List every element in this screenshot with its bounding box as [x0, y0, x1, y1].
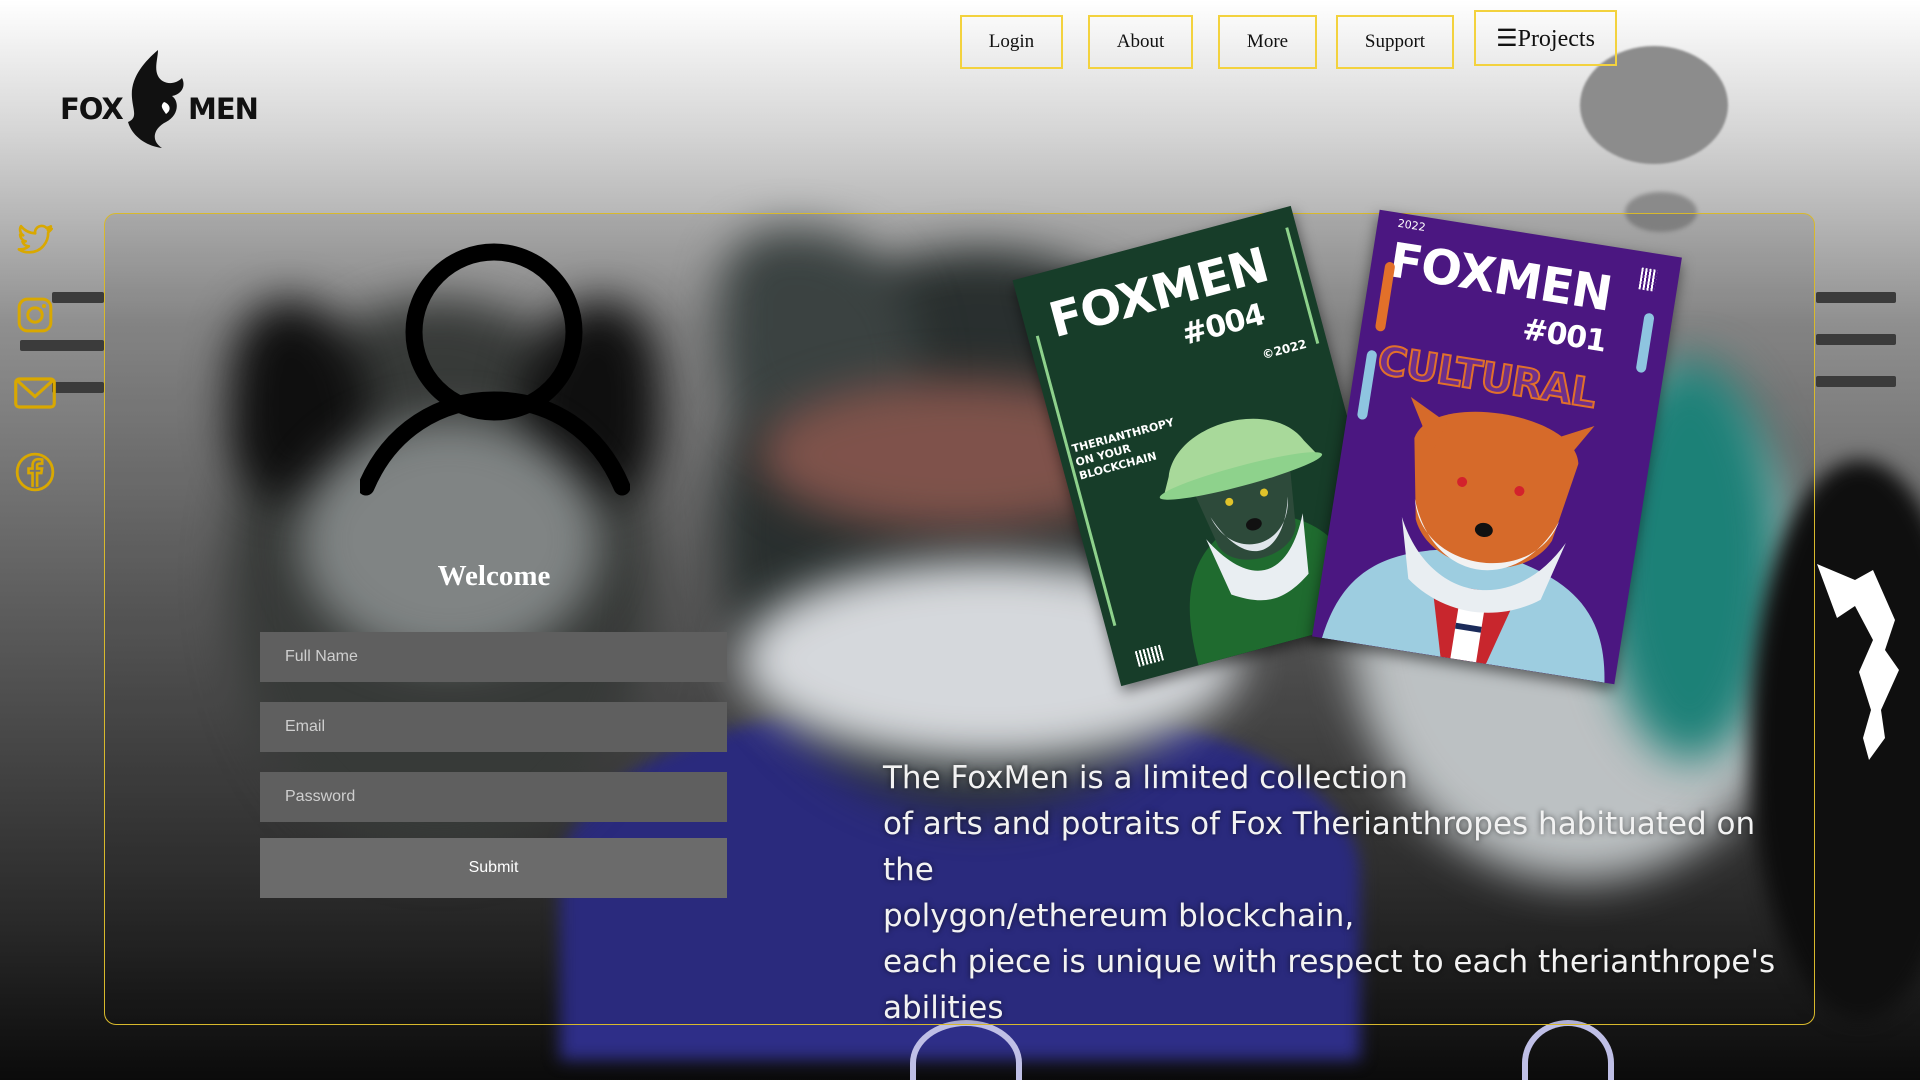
user-avatar-icon — [360, 243, 630, 496]
deco-bar — [1816, 376, 1896, 387]
description-line: abilities — [883, 990, 1004, 1026]
description-line: of arts and potraits of Fox Therianthrop… — [883, 806, 1756, 888]
login-button[interactable]: Login — [960, 15, 1063, 69]
instagram-link[interactable] — [12, 292, 58, 338]
twitter-icon — [17, 224, 54, 254]
deco-bar — [1816, 334, 1896, 345]
cover-pill — [1635, 312, 1655, 374]
projects-menu-button[interactable]: ☰Projects — [1474, 10, 1617, 66]
cover-year: 2022 — [1396, 216, 1427, 235]
foxmen-logo[interactable]: FOX MEN — [58, 48, 259, 154]
cover-pill — [1374, 261, 1396, 333]
mail-link[interactable] — [12, 370, 58, 416]
barcode — [1638, 267, 1658, 292]
logo-text-left: FOX — [60, 92, 124, 126]
barcode — [1134, 644, 1164, 667]
instagram-icon — [17, 297, 53, 333]
support-button[interactable]: Support — [1336, 15, 1454, 69]
password-input[interactable] — [260, 772, 727, 822]
lightning-shape — [1817, 564, 1899, 760]
full-name-input[interactable] — [260, 632, 727, 682]
facebook-link[interactable] — [12, 449, 58, 495]
welcome-title: Welcome — [437, 560, 551, 592]
description-line: polygon/ethereum blockchain, — [883, 898, 1355, 934]
cover-title: FOXMEN — [1385, 232, 1616, 323]
deco-bar — [52, 292, 104, 303]
more-button[interactable]: More — [1218, 15, 1317, 69]
deco-bar — [1816, 292, 1896, 303]
logo-text-right: MEN — [188, 92, 259, 126]
about-button[interactable]: About — [1088, 15, 1193, 69]
submit-button[interactable]: Submit — [260, 838, 727, 898]
description-line: each piece is unique with respect to eac… — [883, 944, 1776, 980]
email-input[interactable] — [260, 702, 727, 752]
twitter-link[interactable] — [12, 216, 58, 262]
facebook-icon — [15, 452, 55, 492]
mail-icon — [14, 377, 56, 409]
description-line: The FoxMen is a limited collection — [883, 760, 1408, 796]
deco-bar — [20, 340, 104, 351]
orange-fox-illustration — [1321, 396, 1605, 683]
deco-bar — [52, 382, 104, 393]
collection-description: The FoxMen is a limited collection of ar… — [883, 755, 1803, 1031]
